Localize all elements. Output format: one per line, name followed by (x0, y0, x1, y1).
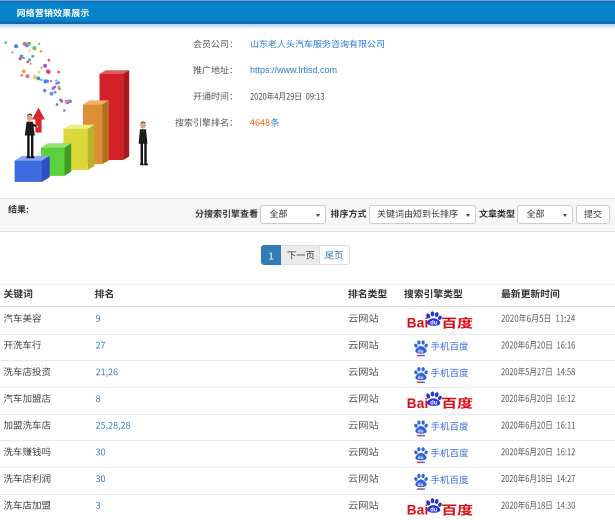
svg-text:https://www.lrtlsd.com: https://www.lrtlsd.com (250, 65, 337, 75)
svg-text:1: 1 (268, 251, 274, 262)
